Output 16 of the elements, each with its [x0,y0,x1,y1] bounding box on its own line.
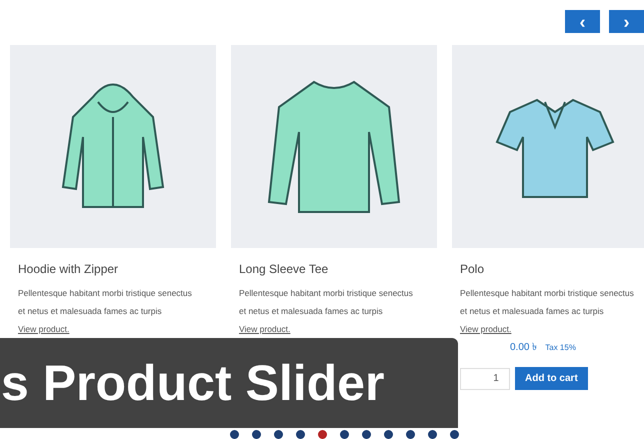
product-name: Hoodie with Zipper [17,261,120,278]
tax-label: Tax 15% [545,342,576,354]
price: 0.00 ৳ [510,341,538,355]
view-product-link[interactable]: View product. [18,324,70,334]
product-description: Pellentesque habitant morbi tristique senectus et netus et malesuada fames ac turpis View product. [460,287,635,336]
next-button[interactable]: › [609,10,644,33]
add-to-cart-button[interactable]: Add to cart [515,367,588,390]
previous-button[interactable]: ‹ [565,10,600,33]
view-product-link[interactable]: View product. [460,324,512,334]
quantity-field[interactable]: 1 [460,368,510,390]
product-name: Polo [459,261,486,278]
view-product-link[interactable]: View product. [239,324,290,334]
product-description: Pellentesque habitant morbi tristique senectus et netus et malesuada fames ac turpis View product. [239,287,414,336]
product-description: Pellentesque habitant morbi tristique senectus et netus et malesuada fames ac turpis View product. [18,287,193,336]
banner-title: s Product Slider [1,358,384,408]
product-name: Long Sleeve Tee [238,261,330,278]
